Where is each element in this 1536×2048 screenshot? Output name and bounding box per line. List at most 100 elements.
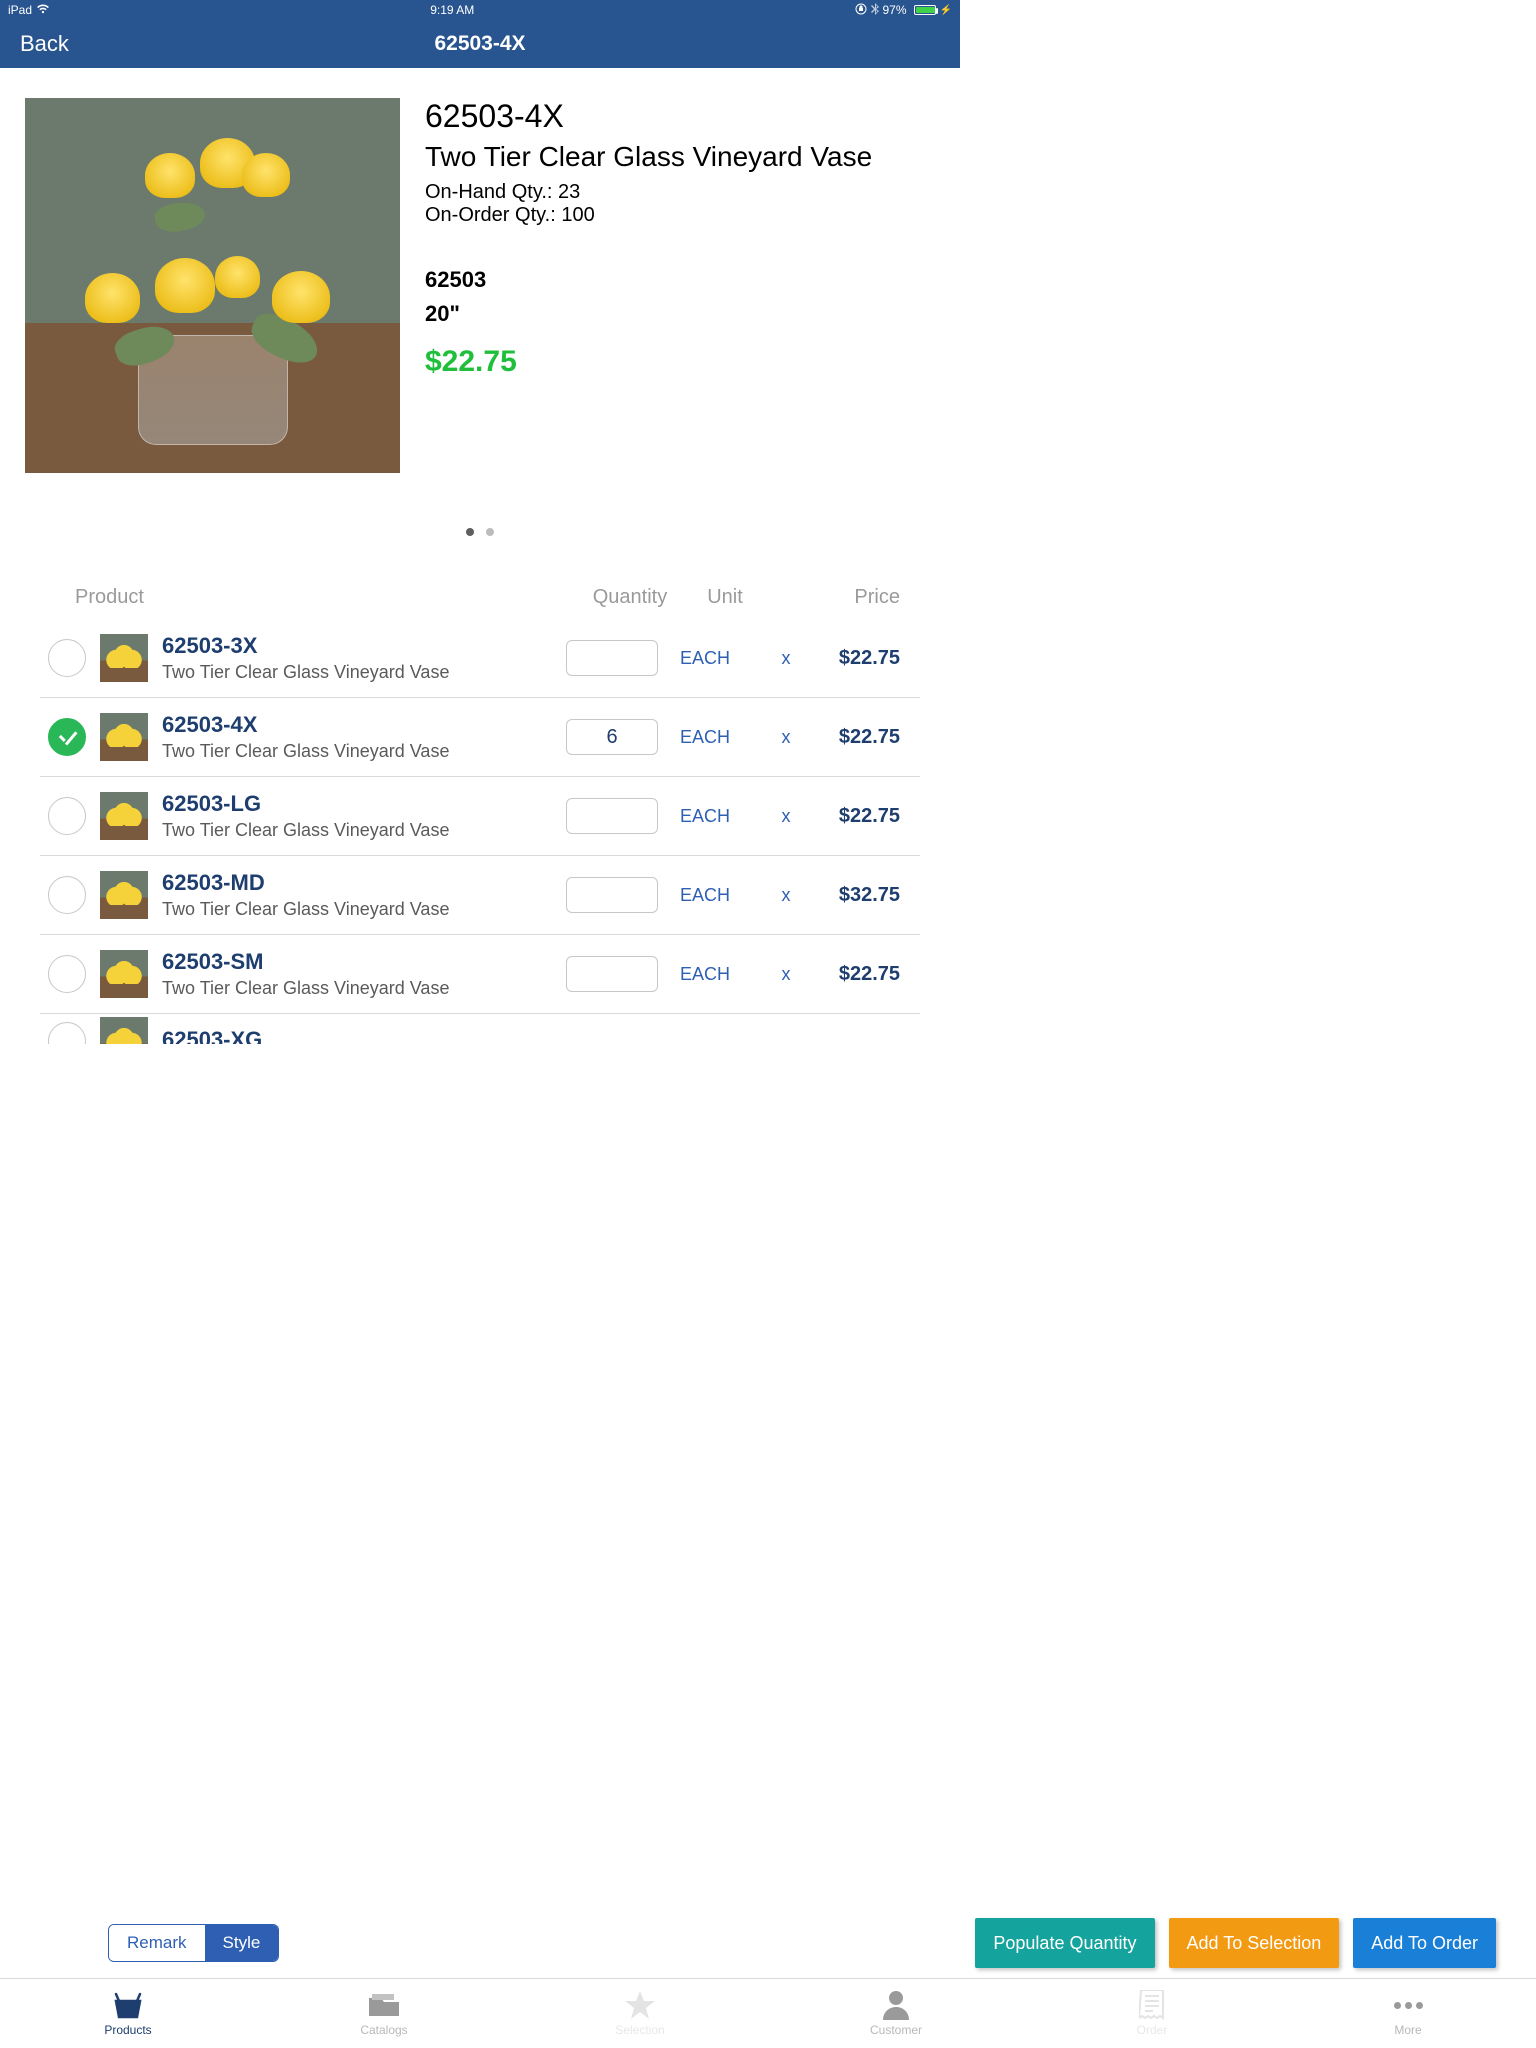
variant-table-header: Product Quantity Unit Price xyxy=(0,586,960,619)
page-dot-1[interactable] xyxy=(466,528,474,536)
price-cell: $32.75 xyxy=(810,884,900,907)
on-order-qty: On-Order Qty.: 100 xyxy=(425,204,935,227)
price-cell: $22.75 xyxy=(810,726,900,749)
device-label: iPad xyxy=(8,3,32,17)
row-select[interactable] xyxy=(48,955,86,993)
row-sku: 62503-4X xyxy=(162,712,552,738)
row-name: Two Tier Clear Glass Vineyard Vase xyxy=(162,978,552,999)
col-product: Product xyxy=(75,586,580,609)
quantity-input[interactable] xyxy=(566,798,658,834)
table-row-partial[interactable]: 62503-XG xyxy=(40,1014,920,1044)
row-select[interactable] xyxy=(48,797,86,835)
segment-remark[interactable]: Remark xyxy=(109,1925,205,1961)
price-cell: $22.75 xyxy=(810,805,900,828)
row-thumbnail xyxy=(100,950,148,998)
detail-name: Two Tier Clear Glass Vineyard Vase xyxy=(425,141,935,173)
action-bar: Remark Style Populate Quantity Add To Se… xyxy=(0,1908,1536,1978)
tab-products[interactable]: Products xyxy=(0,1979,256,2048)
row-sku: 62503-XG xyxy=(162,1027,900,1044)
quantity-input[interactable] xyxy=(566,719,658,755)
table-row[interactable]: 62503-MD Two Tier Clear Glass Vineyard Va… xyxy=(40,856,920,935)
bluetooth-icon xyxy=(871,3,879,18)
person-icon xyxy=(878,1990,914,2020)
tab-order[interactable]: Order xyxy=(1024,1979,1280,2048)
segment-style[interactable]: Style xyxy=(205,1925,279,1961)
receipt-icon xyxy=(1134,1990,1170,2020)
more-icon xyxy=(1390,1990,1426,2020)
tab-label: Selection xyxy=(615,2023,664,2037)
row-thumbnail xyxy=(100,713,148,761)
variant-list: 62503-3XTwo Tier Clear Glass Vineyard Va… xyxy=(40,619,920,1044)
row-name: Two Tier Clear Glass Vineyard Vase xyxy=(162,662,552,683)
unit-cell: EACH xyxy=(672,885,762,906)
back-button[interactable]: Back xyxy=(20,31,69,57)
quantity-input[interactable] xyxy=(566,956,658,992)
basket-icon xyxy=(110,1990,146,2020)
row-select[interactable] xyxy=(48,1022,86,1044)
add-to-order-button[interactable]: Add To Order xyxy=(1353,1918,1496,1968)
tab-selection[interactable]: Selection xyxy=(512,1979,768,2048)
page-dot-2[interactable] xyxy=(486,528,494,536)
row-name: Two Tier Clear Glass Vineyard Vase xyxy=(162,899,552,920)
product-image[interactable] xyxy=(25,98,400,473)
battery-icon xyxy=(914,5,936,15)
on-hand-qty: On-Hand Qty.: 23 xyxy=(425,181,935,204)
row-sku: 62503-SM xyxy=(162,949,552,975)
unit-cell: EACH xyxy=(672,806,762,827)
orientation-lock-icon xyxy=(855,3,867,18)
row-sku: 62503-MD xyxy=(162,870,552,896)
row-select[interactable] xyxy=(48,876,86,914)
tab-label: Customer xyxy=(870,2023,922,2037)
row-name: Two Tier Clear Glass Vineyard Vase xyxy=(162,820,552,841)
row-sku: 62503-LG xyxy=(162,791,552,817)
multiply-label: x xyxy=(776,964,796,985)
price-cell: $22.75 xyxy=(810,647,900,670)
segment-control: Remark Style xyxy=(108,1924,279,1962)
charging-icon: ⚡ xyxy=(940,5,952,16)
nav-bar: Back 62503-4X xyxy=(0,20,960,68)
row-thumbnail xyxy=(100,1017,148,1044)
tab-label: Catalogs xyxy=(360,2023,407,2037)
multiply-label: x xyxy=(776,885,796,906)
tab-label: Products xyxy=(104,2023,151,2037)
tab-label: Order xyxy=(1137,2023,1168,2037)
star-icon xyxy=(622,1990,658,2020)
tab-label: More xyxy=(1394,2023,1421,2037)
detail-sku: 62503-4X xyxy=(425,98,935,135)
col-quantity: Quantity xyxy=(580,586,680,609)
row-name: Two Tier Clear Glass Vineyard Vase xyxy=(162,741,552,762)
table-row[interactable]: 62503-LG Two Tier Clear Glass Vineyard Va… xyxy=(40,777,920,856)
unit-cell: EACH xyxy=(672,727,762,748)
status-time: 9:19 AM xyxy=(430,3,474,17)
product-detail: 62503-4X Two Tier Clear Glass Vineyard V… xyxy=(0,68,960,483)
tab-catalogs[interactable]: Catalogs xyxy=(256,1979,512,2048)
quantity-input[interactable] xyxy=(566,640,658,676)
col-price: Price xyxy=(770,586,900,609)
table-row[interactable]: 62503-4X Two Tier Clear Glass Vineyard Va… xyxy=(40,698,920,777)
row-thumbnail xyxy=(100,634,148,682)
tab-more[interactable]: More xyxy=(1280,1979,1536,2048)
unit-cell: EACH xyxy=(672,964,762,985)
wifi-icon xyxy=(36,3,50,17)
image-pagination[interactable] xyxy=(0,523,960,541)
tab-bar: Products Catalogs Selection Customer Ord… xyxy=(0,1978,1536,2048)
product-size: 20" xyxy=(425,301,935,327)
row-select[interactable] xyxy=(48,718,86,756)
page-title: 62503-4X xyxy=(434,32,525,56)
price-cell: $22.75 xyxy=(810,963,900,986)
table-row[interactable]: 62503-3XTwo Tier Clear Glass Vineyard Va… xyxy=(40,619,920,698)
battery-percent: 97% xyxy=(883,3,907,17)
group-code: 62503 xyxy=(425,267,935,293)
populate-quantity-button[interactable]: Populate Quantity xyxy=(975,1918,1154,1968)
status-bar: iPad 9:19 AM 97% ⚡ xyxy=(0,0,960,20)
folder-icon xyxy=(366,1990,402,2020)
table-row[interactable]: 62503-SM Two Tier Clear Glass Vineyard Va… xyxy=(40,935,920,1014)
multiply-label: x xyxy=(776,648,796,669)
unit-cell: EACH xyxy=(672,648,762,669)
quantity-input[interactable] xyxy=(566,877,658,913)
row-thumbnail xyxy=(100,792,148,840)
tab-customer[interactable]: Customer xyxy=(768,1979,1024,2048)
row-select[interactable] xyxy=(48,639,86,677)
add-to-selection-button[interactable]: Add To Selection xyxy=(1169,1918,1340,1968)
col-unit: Unit xyxy=(680,586,770,609)
